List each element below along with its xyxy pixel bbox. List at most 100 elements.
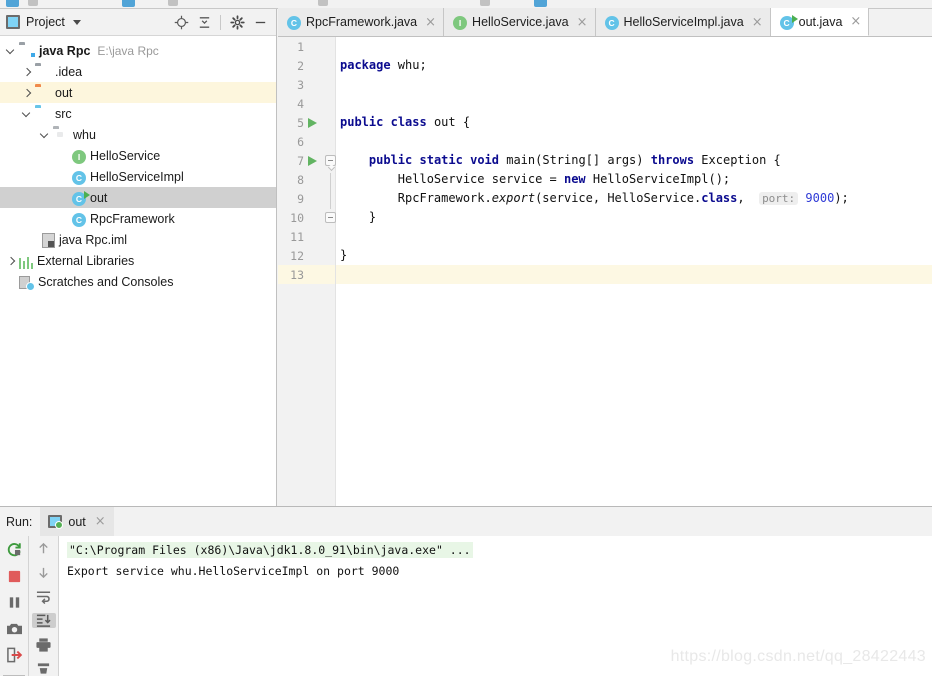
tree-row-external-libraries[interactable]: External Libraries [0, 250, 276, 271]
run-panel-body: "C:\Program Files (x86)\Java\jdk1.8.0_91… [0, 536, 932, 676]
tree-row-module[interactable]: java Rpc E:\java Rpc [0, 40, 276, 61]
iml-file-icon [42, 233, 55, 248]
print-icon[interactable] [32, 637, 56, 653]
tree-label: src [55, 106, 72, 121]
chevron-icon[interactable] [22, 66, 33, 77]
scroll-to-end-icon[interactable] [31, 613, 56, 628]
tree-row-helloservice[interactable]: I HelloService [0, 145, 276, 166]
gutter-line: 5 [278, 113, 335, 132]
chevron-icon[interactable] [6, 255, 17, 266]
close-icon[interactable]: × [425, 16, 436, 29]
run-config-tab[interactable]: out × [40, 507, 114, 536]
tree-label: java Rpc.iml [59, 232, 128, 247]
soft-wrap-icon[interactable] [32, 589, 56, 604]
keyword: throws [650, 153, 695, 167]
code-text: RpcFramework. [340, 191, 492, 205]
chevron-icon[interactable] [22, 87, 33, 98]
code-line-7: public static void main(String[] args) t… [336, 151, 932, 170]
project-view-icon [6, 15, 20, 29]
package-icon [53, 127, 69, 143]
settings-gear-icon[interactable] [227, 12, 247, 32]
tree-row-scratches[interactable]: Scratches and Consoles [0, 271, 276, 292]
project-panel-title: Project [26, 15, 65, 29]
console-line: "C:\Program Files (x86)\Java\jdk1.8.0_91… [67, 542, 932, 558]
pause-icon[interactable] [2, 594, 26, 610]
tree-row-helloserviceimpl[interactable]: C HelloServiceImpl [0, 166, 276, 187]
close-icon[interactable]: × [850, 15, 861, 28]
code-text: HelloService service = [340, 172, 564, 186]
tree-row-iml[interactable]: java Rpc.iml [0, 229, 276, 250]
collapse-all-icon[interactable] [194, 12, 214, 32]
tab-label: out.java [798, 14, 843, 29]
editor-tab-bar: C RpcFramework.java × I HelloService.jav… [278, 8, 932, 37]
class-runnable-icon: C [72, 190, 90, 206]
module-folder-icon [19, 43, 36, 59]
tree-row-src[interactable]: src [0, 103, 276, 124]
rerun-icon[interactable] [2, 541, 26, 558]
tab-out[interactable]: C out.java × [770, 8, 870, 36]
close-icon[interactable]: × [95, 515, 106, 528]
export-icon[interactable] [2, 647, 26, 663]
chevron-icon[interactable] [6, 45, 17, 56]
run-toolbar-left [0, 536, 29, 676]
chevron-icon[interactable] [22, 108, 33, 119]
project-tool-window: Project java Rpc E:\java Rpc .idea out s… [0, 9, 277, 506]
tab-helloserviceimpl[interactable]: C HelloServiceImpl.java × [595, 8, 771, 36]
run-gutter-icon[interactable] [308, 118, 317, 128]
tree-row-rpcframework[interactable]: C RpcFramework [0, 208, 276, 229]
chevron-down-icon[interactable] [72, 19, 81, 25]
keyword: static [419, 153, 463, 167]
line-number: 7 [297, 153, 304, 168]
class-icon: C [72, 212, 86, 227]
keyword: public [340, 115, 384, 129]
fold-marker-icon[interactable] [325, 155, 336, 166]
keyword: new [563, 172, 586, 186]
hide-panel-icon[interactable] [250, 12, 270, 32]
console-output[interactable]: "C:\Program Files (x86)\Java\jdk1.8.0_91… [59, 536, 932, 676]
tree-label: out [90, 190, 108, 205]
camera-icon[interactable] [2, 621, 26, 637]
scroll-down-icon[interactable] [32, 565, 56, 580]
clear-all-icon[interactable] [32, 662, 56, 676]
gutter-line: 2 [278, 56, 335, 75]
close-icon[interactable]: × [752, 16, 763, 29]
project-tree[interactable]: java Rpc E:\java Rpc .idea out src whu I… [0, 36, 276, 292]
code-text: whu; [390, 58, 427, 72]
run-label: Run: [6, 514, 33, 529]
editor-gutter[interactable]: 1 2 3 4 5 6 7 8 9 10 11 12 13 [278, 37, 336, 506]
gutter-line: 6 [278, 132, 335, 151]
tree-label: .idea [55, 64, 83, 79]
code-line-13 [336, 265, 932, 284]
chevron-icon[interactable] [40, 129, 51, 140]
locate-icon[interactable] [171, 12, 191, 32]
line-number: 9 [297, 191, 304, 206]
close-icon[interactable]: × [577, 16, 588, 29]
gutter-line: 1 [278, 37, 335, 56]
code-line-9: RpcFramework.export(service, HelloServic… [336, 189, 932, 208]
tree-row-out-folder[interactable]: out [0, 82, 276, 103]
scroll-up-icon[interactable] [32, 541, 56, 556]
tab-helloservice[interactable]: I HelloService.java × [444, 8, 596, 36]
stop-icon[interactable] [2, 568, 26, 584]
tree-label: java Rpc [39, 43, 91, 58]
tree-row-idea[interactable]: .idea [0, 61, 276, 82]
tab-label: HelloServiceImpl.java [623, 15, 744, 29]
code-text: , [737, 191, 752, 205]
code-text-area[interactable]: package whu; public class out { public s… [336, 37, 932, 506]
line-number: 5 [297, 115, 304, 130]
run-gutter-icon[interactable] [308, 156, 317, 166]
tree-row-out-class[interactable]: C out [0, 187, 276, 208]
tree-module-path: E:\java Rpc [97, 43, 159, 58]
tab-rpcframework[interactable]: C RpcFramework.java × [278, 8, 445, 36]
tree-label: whu [73, 127, 96, 142]
line-number: 4 [297, 96, 304, 111]
tree-row-package-whu[interactable]: whu [0, 124, 276, 145]
fold-marker-icon[interactable] [325, 212, 336, 223]
code-text: HelloServiceImpl(); [585, 172, 731, 186]
parameter-hint: port: [759, 192, 799, 205]
line-number: 3 [297, 77, 304, 92]
